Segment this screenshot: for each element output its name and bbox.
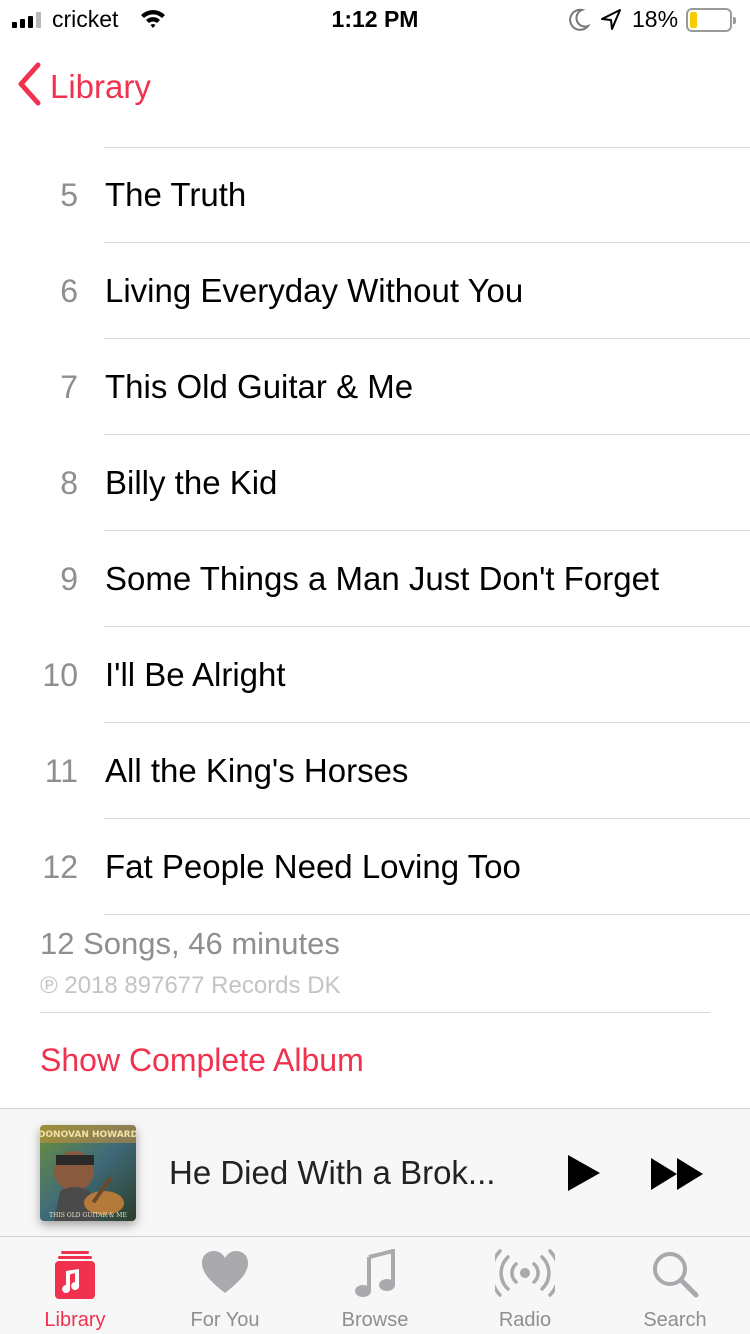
track-number: 10 [42, 657, 78, 693]
track-row[interactable]: 9 Some Things a Man Just Don't Forget [0, 531, 750, 627]
track-row[interactable]: 6 Living Everyday Without You [0, 243, 750, 339]
track-number: 11 [44, 753, 78, 789]
radio-icon [489, 1249, 561, 1302]
track-number: 9 [60, 561, 78, 597]
status-bar: cricket 1:12 PM 18% [0, 0, 750, 40]
navigation-bar: Library [0, 40, 750, 128]
back-button[interactable]: Library [16, 62, 151, 111]
tab-library[interactable]: Library [0, 1237, 150, 1334]
track-row[interactable]: 11 All the King's Horses [0, 723, 750, 819]
tab-search[interactable]: Search [600, 1237, 750, 1334]
track-title: Billy the Kid [105, 464, 278, 501]
track-title: Living Everyday Without You [105, 272, 524, 309]
track-number: 7 [60, 369, 78, 405]
artwork-title-text: DONOVAN HOWARD [40, 1130, 136, 1140]
search-icon [650, 1249, 700, 1304]
track-title: Some Things a Man Just Don't Forget [105, 560, 660, 597]
play-icon[interactable] [566, 1153, 602, 1198]
track-title: Fat People Need Loving Too [105, 848, 521, 885]
do-not-disturb-moon-icon [568, 8, 591, 37]
track-list: 5 The Truth 6 Living Everyday Without Yo… [0, 147, 750, 915]
tab-browse[interactable]: Browse [300, 1237, 450, 1334]
row-separator [104, 914, 750, 915]
back-button-label: Library [50, 67, 151, 105]
tab-label: For You [190, 1309, 260, 1331]
footer-separator [40, 1012, 710, 1013]
artwork-subtitle-text: THIS OLD GUITAR & ME [49, 1212, 127, 1219]
tab-label: Library [44, 1309, 106, 1331]
show-complete-album-link[interactable]: Show Complete Album [40, 1042, 364, 1079]
tab-label: Search [643, 1309, 707, 1331]
track-row[interactable]: 10 I'll Be Alright [0, 627, 750, 723]
now-playing-title[interactable]: He Died With a Brok... [169, 1154, 495, 1192]
battery-icon [686, 8, 736, 32]
fast-forward-icon[interactable] [650, 1157, 704, 1196]
tab-bar: Library For You Browse Radio Search [0, 1236, 750, 1334]
track-number: 6 [60, 273, 78, 309]
battery-percentage: 18% [632, 6, 679, 32]
tab-label: Browse [341, 1309, 409, 1331]
track-number: 8 [60, 465, 78, 501]
battery-fill [690, 12, 697, 28]
album-copyright: ℗ 2018 897677 Records DK [40, 972, 341, 999]
track-row[interactable]: 12 Fat People Need Loving Too [0, 819, 750, 915]
track-title: This Old Guitar & Me [105, 368, 414, 405]
track-number: 12 [42, 849, 78, 885]
track-row[interactable]: 8 Billy the Kid [0, 435, 750, 531]
track-number: 5 [60, 177, 78, 213]
track-title: All the King's Horses [105, 752, 409, 789]
track-title: I'll Be Alright [105, 656, 286, 693]
location-arrow-icon [600, 8, 622, 37]
music-note-icon [353, 1248, 397, 1304]
tab-label: Radio [498, 1309, 552, 1331]
tab-radio[interactable]: Radio [450, 1237, 600, 1334]
track-row[interactable]: 7 This Old Guitar & Me [0, 339, 750, 435]
tab-for-you[interactable]: For You [150, 1237, 300, 1334]
album-artwork[interactable]: DONOVAN HOWARD THIS OLD GUITAR & ME [40, 1125, 136, 1221]
heart-icon [200, 1249, 250, 1300]
track-row[interactable]: 5 The Truth [0, 147, 750, 243]
track-title: The Truth [105, 176, 247, 213]
library-icon [53, 1249, 97, 1306]
mini-player[interactable]: DONOVAN HOWARD THIS OLD GUITAR & ME He D… [0, 1108, 750, 1236]
chevron-left-icon [16, 62, 42, 111]
album-summary: 12 Songs, 46 minutes [40, 926, 340, 961]
